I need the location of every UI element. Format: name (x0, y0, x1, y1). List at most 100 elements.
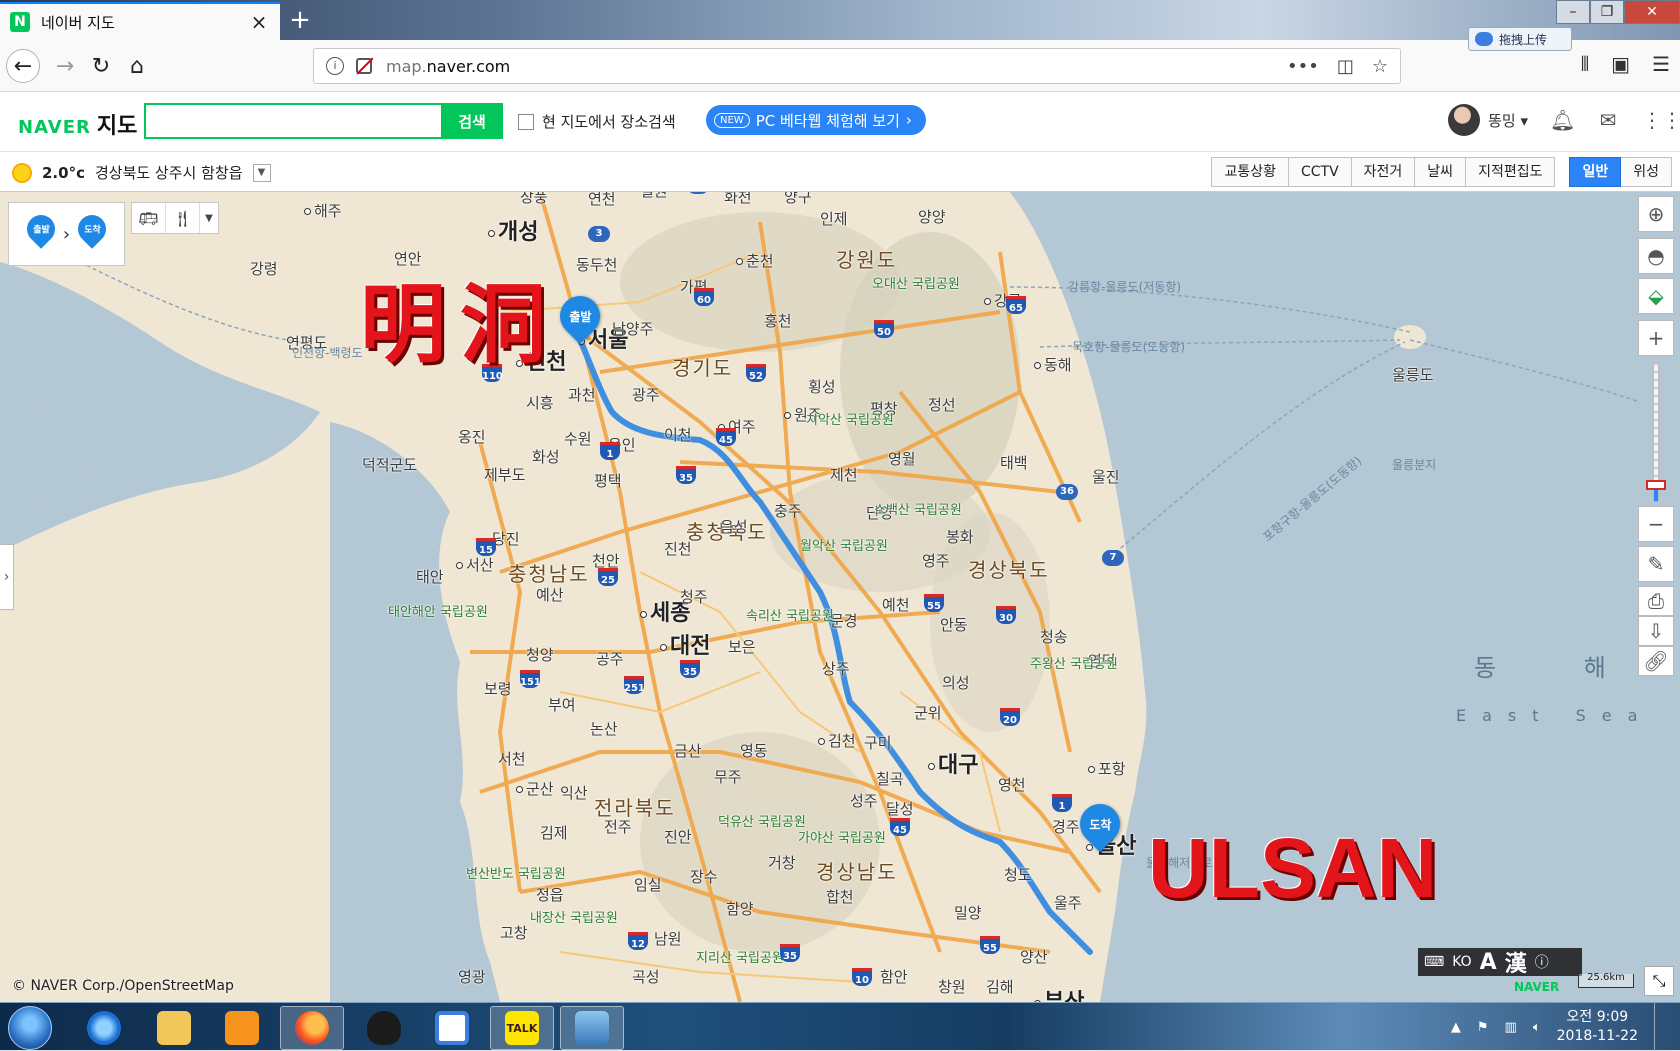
panel-expand-button[interactable]: › (0, 544, 14, 610)
place-hwacheon[interactable]: 화천 (724, 192, 752, 207)
map-resize-icon[interactable]: ⤡ (1644, 966, 1674, 996)
place-jinan[interactable]: 진안 (664, 826, 692, 847)
new-tab-button[interactable]: + (286, 7, 314, 35)
place-daejeon[interactable]: 대전 (660, 628, 710, 660)
place-gongju[interactable]: 공주 (596, 648, 624, 669)
place-daegu[interactable]: 대구 (928, 747, 978, 779)
search-button[interactable]: 검색 (441, 103, 503, 139)
place-cheongdo[interactable]: 청도 (1004, 864, 1032, 885)
place-ulleungdo[interactable]: 울릉도 (1392, 364, 1433, 385)
park-juwangsan[interactable]: 주왕산 국립공원 (1030, 658, 1118, 672)
place-cheongju[interactable]: 청주 (680, 586, 708, 607)
tab-naver-map[interactable]: N 네이버 지도 × (0, 2, 280, 40)
menu-icon[interactable]: ☰ (1652, 52, 1670, 76)
place-gangnyeong[interactable]: 강령 (250, 258, 278, 279)
route-summary-panel[interactable]: 출발 › 도착 (8, 202, 125, 266)
place-gyeongju[interactable]: 경주 (1052, 816, 1080, 837)
place-yeongcheon[interactable]: 영천 (998, 774, 1026, 795)
minimize-button[interactable]: – (1556, 0, 1590, 24)
place-haeju[interactable]: 해주 (304, 200, 342, 221)
map-search-input[interactable] (144, 103, 441, 139)
start-button[interactable] (8, 1006, 52, 1050)
apps-grid-icon[interactable]: ⋮⋮ (1642, 108, 1680, 132)
park-jirisan[interactable]: 지리산 국립공원 (696, 952, 784, 966)
place-gimje[interactable]: 김제 (540, 822, 568, 843)
place-andong[interactable]: 안동 (940, 614, 968, 635)
park-sobaeksan[interactable]: 소백산 국립공원 (874, 504, 962, 518)
place-siheung[interactable]: 시흥 (526, 392, 554, 413)
taskbar-player[interactable] (210, 1006, 274, 1050)
bus-icon[interactable]: 🚌︎ (132, 203, 166, 233)
layer-weather[interactable]: 날씨 (1415, 157, 1467, 187)
taskbar-firefox[interactable] (280, 1006, 344, 1050)
flag-icon[interactable]: ⚑ (1477, 1020, 1489, 1035)
reload-button[interactable]: ↻ (84, 49, 118, 83)
place-dangjin[interactable]: 당진 (492, 528, 520, 549)
place-chilgok[interactable]: 칠곡 (876, 768, 904, 789)
forward-button[interactable]: → (48, 49, 82, 83)
place-jangpung[interactable]: 장풍 (520, 192, 548, 207)
start-marker[interactable]: 출발 (551, 287, 609, 348)
place-hongcheon[interactable]: 홍천 (764, 310, 792, 331)
place-geochang[interactable]: 거창 (768, 852, 796, 873)
place-yeongju[interactable]: 영주 (922, 550, 950, 571)
place-bonghwa[interactable]: 봉화 (946, 526, 974, 547)
layer-traffic[interactable]: 교통상황 (1211, 157, 1289, 187)
place-geumsan[interactable]: 금산 (674, 740, 702, 761)
tray-expand-icon[interactable]: ▲ (1451, 1020, 1461, 1035)
place-gunwi[interactable]: 군위 (914, 702, 942, 723)
weather-widget[interactable]: 2.0°c 경상북도 상주시 함창읍 ▼ (12, 162, 271, 183)
chevron-down-icon[interactable]: ▼ (200, 203, 218, 233)
map-canvas[interactable]: 개성 서울 인천 세종 대전 대구 울산 강원도 경기도 충청북도 충청남도 경… (0, 192, 1680, 1002)
place-muju[interactable]: 무주 (714, 766, 742, 787)
place-hapcheon[interactable]: 합천 (826, 886, 854, 907)
pocket-icon[interactable]: ◫ (1337, 56, 1354, 77)
maximize-button[interactable]: ❐ (1590, 0, 1624, 24)
chevron-down-icon[interactable]: ▼ (252, 163, 271, 182)
avatar[interactable] (1448, 104, 1481, 136)
place-gimhae[interactable]: 김해 (986, 976, 1014, 997)
ime-toolbar[interactable]: ⌨ KO A 漢 ⓘ (1418, 948, 1582, 977)
place-cheongsong[interactable]: 청송 (1040, 626, 1068, 647)
place-namwon[interactable]: 남원 (654, 928, 682, 949)
place-hwaseong[interactable]: 화성 (532, 446, 560, 467)
tab-close-icon[interactable]: × (248, 10, 270, 34)
park-deogyusan[interactable]: 덕유산 국립공원 (718, 816, 806, 830)
place-uiseong[interactable]: 의성 (942, 672, 970, 693)
place-chuncheon[interactable]: 춘천 (736, 250, 774, 271)
place-icheon[interactable]: 이천 (664, 424, 692, 445)
place-suwon[interactable]: 수원 (564, 428, 592, 449)
place-ongjin[interactable]: 옹진 (458, 426, 486, 447)
back-button[interactable]: ← (6, 49, 40, 83)
place-chungju[interactable]: 충주 (774, 500, 802, 521)
place-inje[interactable]: 인제 (820, 208, 848, 229)
place-boeun[interactable]: 보은 (728, 636, 756, 657)
place-changwon[interactable]: 창원 (938, 976, 966, 997)
park-woraksan[interactable]: 월악산 국립공원 (800, 540, 888, 554)
place-taebaek[interactable]: 태백 (1000, 452, 1028, 473)
place-mungyeong[interactable]: 문경 (830, 610, 858, 631)
naver-map-logo[interactable]: NAVER 지도 (18, 108, 137, 140)
layer-cadastral[interactable]: 지적편집도 (1466, 157, 1556, 187)
place-pyeongtaek[interactable]: 평택 (594, 470, 622, 491)
park-naejangsan[interactable]: 내장산 국립공원 (530, 912, 618, 926)
zoom-slider-handle[interactable] (1646, 480, 1666, 490)
place-gunsan[interactable]: 군산 (516, 778, 554, 799)
place-yanggu[interactable]: 양구 (784, 192, 812, 207)
place-jeonju[interactable]: 전주 (604, 816, 632, 837)
sidebar-icon[interactable]: ▣ (1611, 52, 1630, 76)
place-eumseong[interactable]: 음성 (720, 516, 748, 537)
maptype-satellite[interactable]: 위성 (1621, 157, 1672, 187)
clock[interactable]: 오전 9:09 2018-11-22 (1557, 1008, 1638, 1046)
place-yangsan[interactable]: 양산 (1020, 946, 1048, 967)
place-boryeong[interactable]: 보령 (484, 678, 512, 699)
layer-cctv[interactable]: CCTV (1288, 157, 1352, 187)
end-marker[interactable]: 도착 (1071, 795, 1129, 856)
link-icon[interactable]: 🔗︎ (1638, 646, 1674, 676)
ime-alpha-mode[interactable]: A (1480, 950, 1497, 975)
place-seongju[interactable]: 성주 (850, 790, 878, 811)
place-yeongdong[interactable]: 영동 (740, 740, 768, 761)
taskbar-cloud[interactable] (420, 1006, 484, 1050)
place-gumi[interactable]: 구미 (864, 732, 892, 753)
park-odaesan[interactable]: 오대산 국립공원 (872, 278, 960, 292)
